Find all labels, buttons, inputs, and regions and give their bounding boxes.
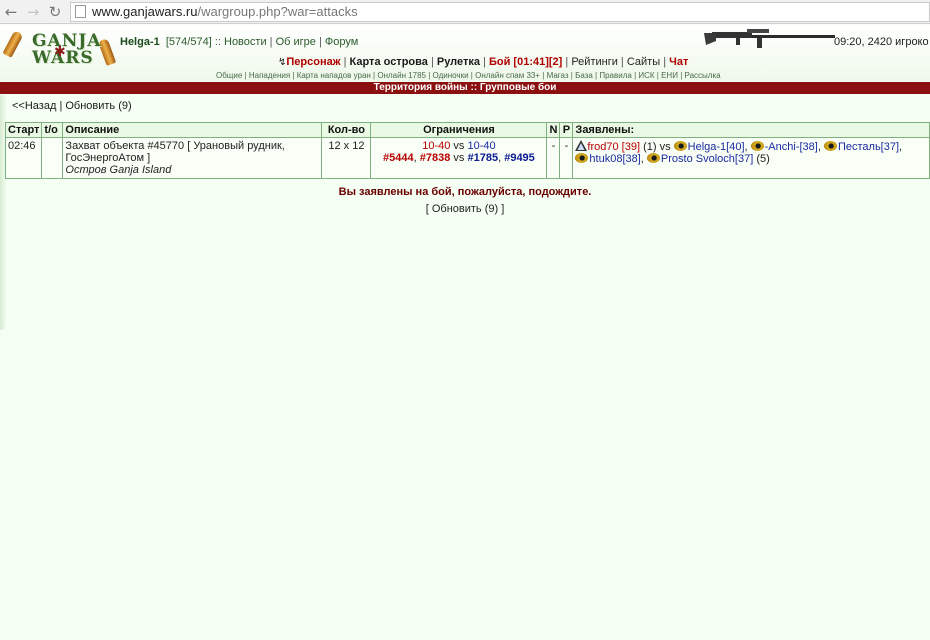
header-p: P: [559, 122, 574, 138]
back-link[interactable]: <<Назад: [12, 100, 56, 112]
syndicate-link[interactable]: #7838: [420, 152, 451, 164]
syndicate-link[interactable]: #5444: [383, 152, 414, 164]
sub-menu: Общие | Нападения | Карта нападов уран |…: [216, 71, 721, 80]
user-name-link[interactable]: Helga-1: [120, 36, 160, 48]
header-start: Старт: [4, 122, 43, 138]
submenu-attacks[interactable]: Нападения: [249, 71, 290, 80]
main-menu: ↯Персонаж | Карта острова | Рулетка | Бо…: [278, 56, 689, 68]
cell-count: 12 x 12: [321, 137, 372, 179]
limit-right: 10-40: [467, 140, 496, 152]
status-message: Вы заявлены на бой, пожалуйста, подождит…: [338, 186, 592, 198]
url-path: /wargroup.php?war=attacks: [197, 4, 358, 19]
address-bar[interactable]: www.ganjawars.ru/wargroup.php?war=attack…: [70, 1, 930, 22]
ganjawars-logo[interactable]: GANJA WARS ✱: [2, 29, 117, 77]
refresh-bottom-link[interactable]: [ Обновить (9) ]: [0, 203, 930, 215]
header-limits: Ограничения: [370, 122, 548, 138]
submenu-eni[interactable]: ЕНИ: [661, 71, 678, 80]
header-to: t/o: [41, 122, 64, 138]
cell-limits: 10-40 vs 10-40 #5444, #7838 vs #1785, #9…: [370, 137, 548, 179]
cell-to: [41, 137, 64, 179]
page-icon: [75, 5, 86, 18]
clan-icon: [823, 141, 837, 151]
page-title: Территория войны :: Групповые бои: [0, 82, 930, 94]
rifle-icon: [704, 29, 835, 48]
cell-start: 02:46: [4, 137, 43, 179]
refresh-link[interactable]: Обновить (9): [65, 100, 131, 112]
submenu-online-spam[interactable]: Онлайн спам 33+: [475, 71, 540, 80]
player-link[interactable]: -Anchi-[38]: [765, 141, 818, 153]
clan-icon: [646, 153, 660, 163]
syndicate-link[interactable]: #9495: [504, 152, 535, 164]
submenu-base[interactable]: База: [575, 71, 593, 80]
cell-n: -: [546, 137, 561, 179]
user-info-line: Helga-1 [574/574] :: Новости | Об игре |…: [120, 36, 359, 48]
menu-island-map[interactable]: Карта острова: [350, 56, 428, 68]
header-n: N: [546, 122, 561, 138]
table-row: 02:46 Захват объекта #45770 [ Урановый р…: [4, 137, 930, 179]
header-count: Кол-во: [321, 122, 372, 138]
bullet-icon: [2, 30, 24, 58]
cell-description: Захват объекта #45770 [ Урановый рудник,…: [62, 137, 323, 179]
about-game-link[interactable]: Об игре: [276, 36, 316, 48]
battles-table: Старт t/o Описание Кол-во Ограничения N …: [4, 122, 930, 179]
submenu-single[interactable]: Одиночки: [433, 71, 469, 80]
menu-battle[interactable]: Бой [01:41][2]: [489, 56, 562, 68]
url-domain: www.ganjawars.ru: [92, 4, 198, 19]
news-link[interactable]: Новости: [224, 36, 267, 48]
cell-applied: frod70 [39] (1) vs Helga-1[40], -Anchi-[…: [572, 137, 930, 179]
submenu-online[interactable]: Онлайн 1785: [377, 71, 426, 80]
table-header-row: Старт t/o Описание Кол-во Ограничения N …: [4, 122, 930, 138]
server-time: 09:20, 2420 игроко: [834, 36, 929, 48]
submenu-isk[interactable]: ИСК: [638, 71, 654, 80]
clan-icon: [750, 141, 764, 151]
limit-left: 10-40: [422, 140, 451, 152]
clan-icon: [673, 141, 687, 151]
submenu-rules[interactable]: Правила: [599, 71, 631, 80]
submenu-shop[interactable]: Магаз: [547, 71, 569, 80]
hp-value: [574/574]: [165, 36, 212, 48]
description-line1: Захват объекта #45770 [ Урановый рудник,: [65, 140, 285, 152]
header-applied: Заявлены:: [572, 122, 930, 138]
island-name: Остров Ganja Island: [65, 164, 172, 176]
menu-chat[interactable]: Чат: [669, 56, 688, 68]
submenu-mailing[interactable]: Рассылка: [685, 71, 721, 80]
player-link[interactable]: htuk08[38]: [589, 153, 640, 165]
menu-sites[interactable]: Сайты: [627, 56, 660, 68]
menu-personage[interactable]: Персонаж: [286, 56, 340, 68]
player-link[interactable]: Helga-1[40]: [688, 141, 745, 153]
player-link[interactable]: Песталь[37]: [838, 141, 899, 153]
header-description: Описание: [62, 122, 323, 138]
star-icon: ✱: [54, 44, 66, 60]
warning-icon: [575, 140, 588, 151]
player-link[interactable]: Prosto Svoloch[37]: [661, 153, 753, 165]
browser-toolbar: ← → ↻ www.ganjawars.ru/wargroup.php?war=…: [0, 0, 930, 24]
submenu-general[interactable]: Общие: [216, 71, 242, 80]
site-header: GANJA WARS ✱ Helga-1 [574/574] :: Новост…: [0, 25, 930, 81]
reload-icon[interactable]: ↻: [44, 1, 66, 23]
logo-text: GANJA WARS: [32, 31, 102, 68]
nav-line: <<Назад | Обновить (9): [12, 100, 132, 112]
forward-arrow-icon[interactable]: →: [22, 1, 44, 23]
submenu-uranium-map[interactable]: Карта нападов уран: [297, 71, 371, 80]
forum-link[interactable]: Форум: [325, 36, 358, 48]
cell-p: -: [559, 137, 574, 179]
menu-roulette[interactable]: Рулетка: [437, 56, 480, 68]
syndicate-link[interactable]: #1785: [467, 152, 498, 164]
back-arrow-icon[interactable]: ←: [0, 1, 22, 23]
clan-icon: [575, 153, 589, 163]
player-link[interactable]: frod70 [39]: [587, 141, 640, 153]
menu-ratings[interactable]: Рейтинги: [571, 56, 618, 68]
description-line2: ГосЭнергоАтом ]: [65, 152, 151, 164]
